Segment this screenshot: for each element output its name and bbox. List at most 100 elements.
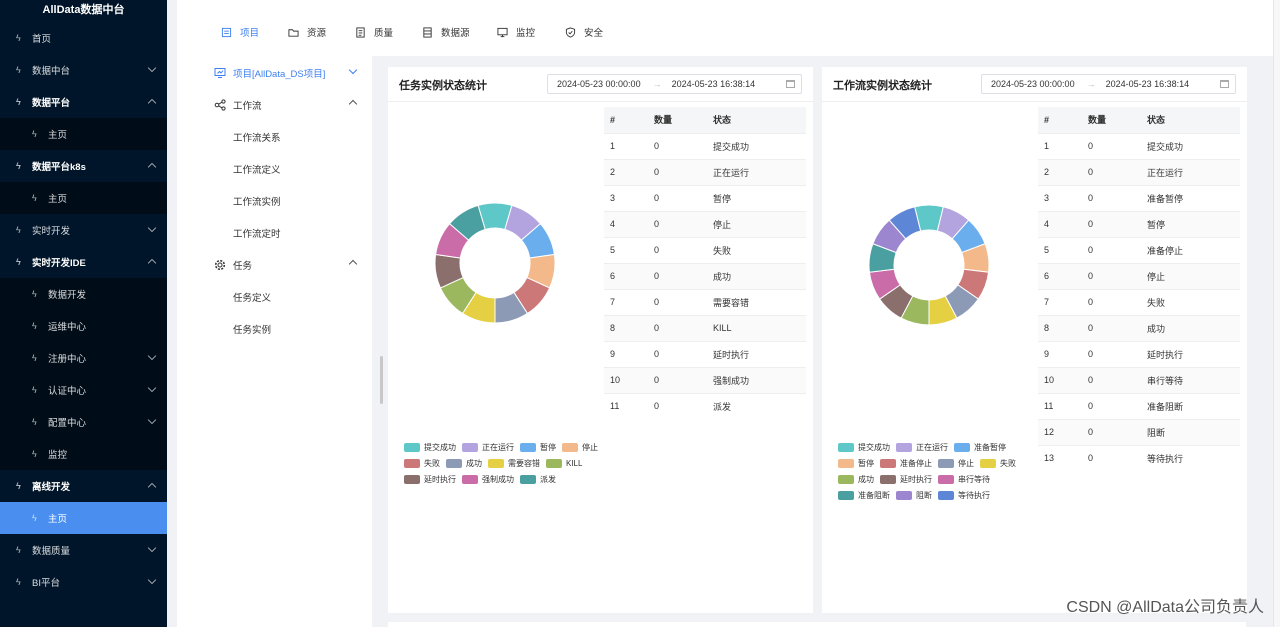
sidebar-item[interactable]: ϟ 首页: [0, 22, 167, 54]
tab-security[interactable]: 安全: [565, 20, 603, 44]
legend-item[interactable]: 延时执行: [404, 471, 456, 487]
legend-item[interactable]: 停止: [938, 455, 974, 471]
legend-item[interactable]: 成功: [446, 455, 482, 471]
lightning-icon: ϟ: [16, 161, 21, 171]
submenu-task-definition[interactable]: 任务定义: [177, 281, 372, 313]
table-row: 7 0 需要容错: [604, 288, 806, 315]
legend-swatch: [980, 458, 996, 468]
legend-item[interactable]: 准备暂停: [954, 439, 1006, 455]
submenu-task-label: 任务: [233, 261, 253, 272]
sidebar-item[interactable]: ϟ 数据开发: [0, 278, 167, 310]
submenu-task-instance[interactable]: 任务实例: [177, 313, 372, 345]
sidebar-item[interactable]: ϟ 数据平台k8s: [0, 150, 167, 182]
date-range-picker[interactable]: 2024-05-23 00:00:00 → 2024-05-23 16:38:1…: [981, 74, 1236, 94]
workflow-icon: [214, 99, 226, 111]
legend-item[interactable]: 准备停止: [880, 455, 932, 471]
submenu-project[interactable]: 项目[AllData_DS项目]: [177, 57, 372, 89]
tab-resource[interactable]: 资源: [288, 20, 326, 44]
sidebar-item[interactable]: ϟ 数据质量: [0, 534, 167, 566]
legend-item[interactable]: 停止: [562, 439, 598, 455]
sidebar-item[interactable]: ϟ 主页: [0, 118, 167, 150]
legend-swatch: [938, 458, 954, 468]
page-scrollbar[interactable]: [1273, 0, 1280, 627]
table-cell: 0: [648, 288, 707, 315]
chevron-up-icon: [147, 482, 157, 492]
legend-label: 失败: [1000, 458, 1016, 468]
submenu-workflow[interactable]: 工作流: [177, 89, 372, 121]
submenu-workflow-definition[interactable]: 工作流定义: [177, 153, 372, 185]
legend-label: 提交成功: [858, 442, 890, 452]
legend-item[interactable]: 正在运行: [896, 439, 948, 455]
sidebar-item[interactable]: ϟ 离线开发: [0, 470, 167, 502]
legend-item[interactable]: 强制成功: [462, 471, 514, 487]
legend-label: 强制成功: [482, 474, 514, 484]
legend-item[interactable]: 暂停: [520, 439, 556, 455]
sidebar-item[interactable]: ϟ 数据平台: [0, 86, 167, 118]
table-cell: 停止: [1141, 262, 1240, 289]
tab-project[interactable]: 项目: [221, 20, 259, 44]
task-instance-card: 任务实例状态统计 2024-05-23 00:00:00 → 2024-05-2…: [388, 67, 813, 613]
sidebar-item[interactable]: ϟ 主页: [0, 182, 167, 214]
sidebar-item[interactable]: ϟ 主页: [0, 502, 167, 534]
table-row: 3 0 暂停: [604, 184, 806, 211]
sidebar-item[interactable]: ϟ 监控: [0, 438, 167, 470]
legend-item[interactable]: 失败: [980, 455, 1016, 471]
lightning-icon: ϟ: [32, 449, 37, 459]
legend-item[interactable]: KILL: [546, 455, 582, 471]
legend-item[interactable]: 暂停: [838, 455, 874, 471]
date-range-picker[interactable]: 2024-05-23 00:00:00 → 2024-05-23 16:38:1…: [547, 74, 802, 94]
submenu-workflow-instance[interactable]: 工作流实例: [177, 185, 372, 217]
submenu-scrollbar[interactable]: [380, 356, 383, 404]
tab-monitor[interactable]: 监控: [497, 20, 535, 44]
submenu-workflow-relation[interactable]: 工作流关系: [177, 121, 372, 153]
table-row: 7 0 失败: [1038, 288, 1240, 315]
sidebar-item[interactable]: ϟ 配置中心: [0, 406, 167, 438]
tab-quality[interactable]: 质量: [355, 20, 393, 44]
legend-item[interactable]: 失败: [404, 455, 440, 471]
legend-item[interactable]: 正在运行: [462, 439, 514, 455]
legend-item[interactable]: 串行等待: [938, 471, 990, 487]
sidebar: AllData数据中台 ϟ 首页 ϟ 数据中台 ϟ 数据平台 ϟ 主页 ϟ 数据平台k8s ϟ 主页 ϟ…: [0, 0, 167, 627]
submenu-item-label: 任务实例: [233, 325, 272, 336]
tab-datasource[interactable]: 数据源: [422, 20, 470, 44]
legend-item[interactable]: 提交成功: [838, 439, 890, 455]
card-title: 工作流实例状态统计: [833, 80, 932, 92]
legend-item[interactable]: 延时执行: [880, 471, 932, 487]
sidebar-item[interactable]: ϟ BI平台: [0, 566, 167, 598]
sidebar-item[interactable]: ϟ 运维中心: [0, 310, 167, 342]
legend-item[interactable]: 阻断: [896, 487, 932, 503]
gear-icon: [214, 259, 226, 271]
sidebar-item[interactable]: ϟ 实时开发: [0, 214, 167, 246]
table-cell: 0: [648, 262, 707, 289]
legend-label: 派发: [540, 474, 556, 484]
table-cell: 0: [648, 366, 707, 393]
legend-swatch: [880, 458, 896, 468]
sidebar-item-label: 数据中台: [32, 66, 71, 77]
sidebar-item-label: 首页: [32, 34, 52, 45]
legend-item[interactable]: 准备阻断: [838, 487, 890, 503]
legend-item[interactable]: 派发: [520, 471, 556, 487]
lightning-icon: ϟ: [32, 513, 37, 523]
submenu-item-label: 工作流实例: [233, 197, 281, 208]
submenu-workflow-timing[interactable]: 工作流定时: [177, 217, 372, 249]
sidebar-item[interactable]: ϟ 实时开发IDE: [0, 246, 167, 278]
submenu-task[interactable]: 任务: [177, 249, 372, 281]
sidebar-item-label: 注册中心: [48, 354, 87, 365]
chevron-up-icon: [147, 98, 157, 108]
sidebar-item[interactable]: ϟ 注册中心: [0, 342, 167, 374]
sidebar-item[interactable]: ϟ 数据中台: [0, 54, 167, 86]
legend-item[interactable]: 提交成功: [404, 439, 456, 455]
table-cell: 强制成功: [707, 366, 806, 393]
calendar-icon: [1220, 80, 1229, 88]
lightning-icon: ϟ: [16, 481, 21, 491]
sidebar-item-label: 数据开发: [48, 290, 87, 301]
legend-item[interactable]: 需要容错: [488, 455, 540, 471]
sidebar-item[interactable]: ϟ 认证中心: [0, 374, 167, 406]
table-row: 3 0 准备暂停: [1038, 184, 1240, 211]
chevron-up-icon: [348, 99, 358, 109]
legend-label: 阻断: [916, 490, 932, 500]
table-row: 5 0 准备停止: [1038, 236, 1240, 263]
legend-item[interactable]: 成功: [838, 471, 874, 487]
legend-item[interactable]: 等待执行: [938, 487, 990, 503]
lightning-icon: ϟ: [32, 321, 37, 331]
